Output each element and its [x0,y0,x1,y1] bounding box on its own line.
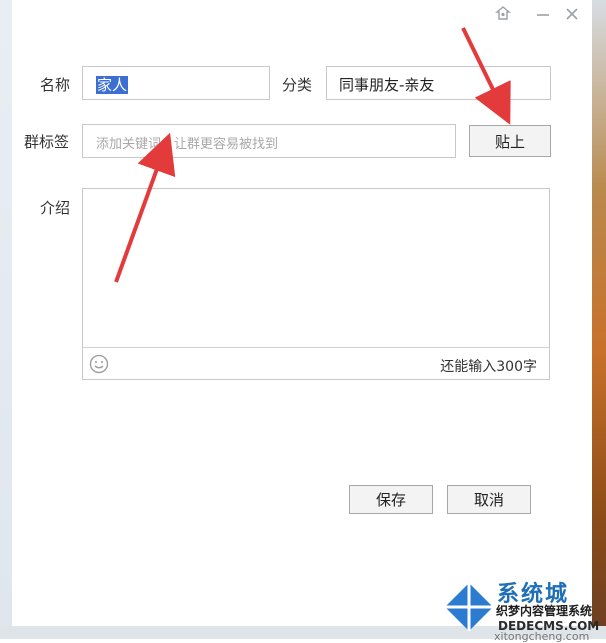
watermark-site: xitongcheng.com [494,630,590,643]
name-input-value: 家人 [96,76,129,94]
save-button[interactable]: 保存 [349,485,433,514]
category-label: 分类 [282,76,313,94]
intro-divider [83,347,549,348]
close-icon[interactable] [562,4,582,24]
name-input[interactable]: 家人 [82,66,270,100]
char-counter: 还能输入300字 [440,359,537,375]
pin-icon[interactable] [493,4,513,24]
smiley-icon[interactable] [89,354,109,374]
cancel-button[interactable]: 取消 [447,485,531,514]
category-value: 同事朋友-亲友 [339,76,435,94]
group-info-dialog: 名称 家人 分类 同事朋友-亲友 群标签 添加关键词，让群更容易被找到 贴上 介… [12,0,592,626]
desktop-wallpaper-edge [592,0,606,639]
paste-button[interactable]: 贴上 [469,125,551,157]
minimize-icon[interactable] [533,4,553,24]
category-select[interactable]: 同事朋友-亲友 [326,66,551,100]
watermark-logo: 系统城 织梦内容管理系统 DEDECMS.COM xitongcheng.com [440,574,600,643]
intro-textarea[interactable]: 还能输入300字 [82,188,550,380]
intro-label: 介绍 [40,199,71,217]
tags-label: 群标签 [24,133,70,151]
watermark-sub: 织梦内容管理系统 [496,604,593,618]
name-label: 名称 [40,76,71,94]
tags-placeholder: 添加关键词，让群更容易被找到 [96,137,279,152]
tags-input[interactable]: 添加关键词，让群更容易被找到 [82,124,456,158]
